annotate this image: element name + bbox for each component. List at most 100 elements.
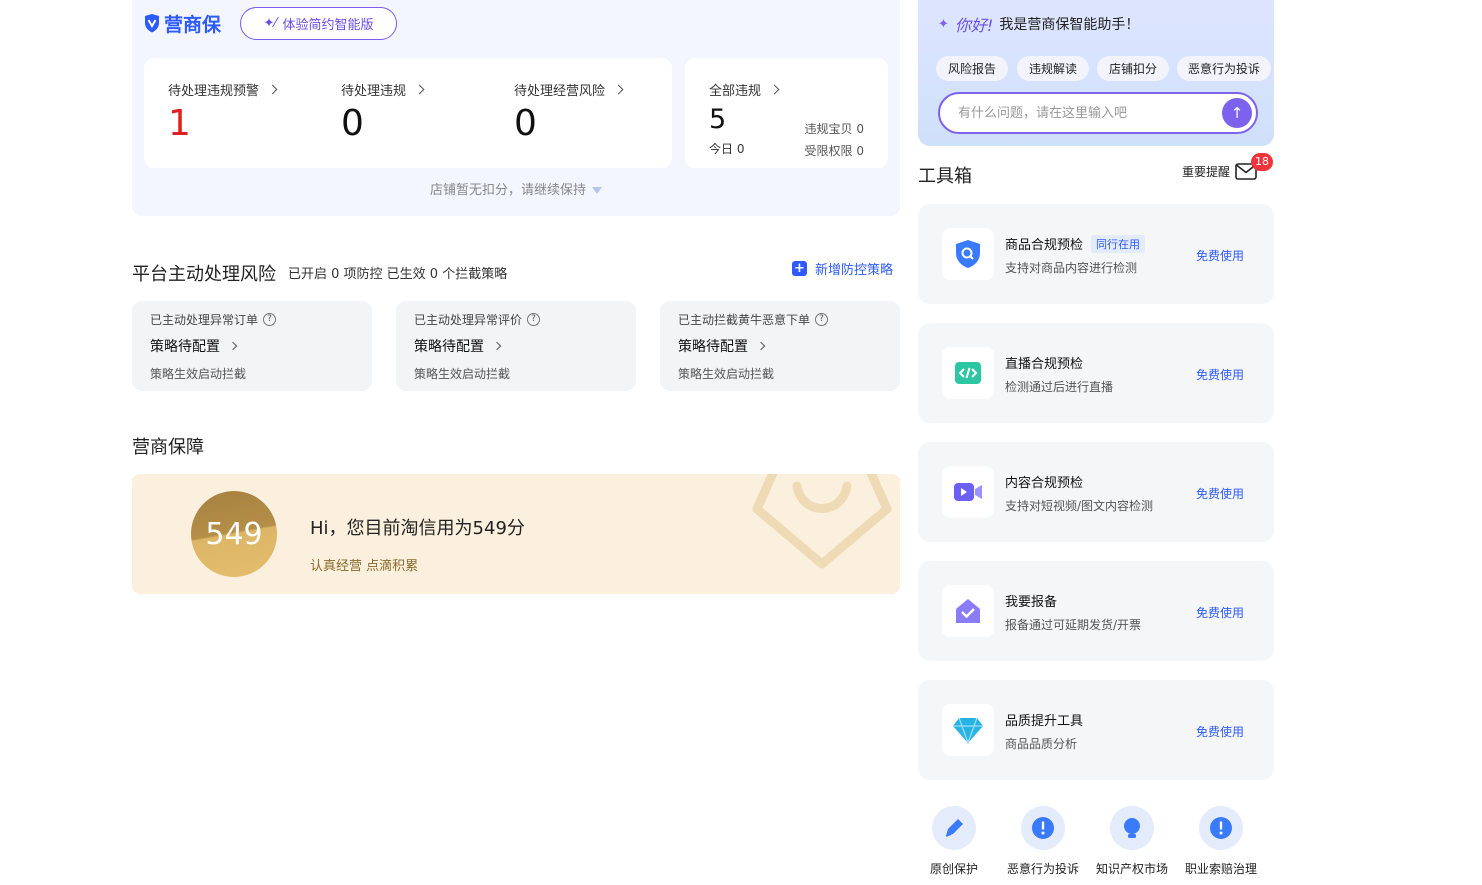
tool-quality[interactable]: 品质提升工具 商品品质分析 免费使用: [918, 680, 1274, 780]
shield-logo-icon: [145, 13, 159, 32]
free-use-link[interactable]: 免费使用: [1196, 723, 1244, 740]
shield-search-icon: [942, 228, 994, 280]
restricted-count: 受限权限 0: [804, 144, 864, 158]
risk-card-status: 策略待配置: [678, 339, 748, 355]
stat-label: 待处理经营风险: [514, 84, 606, 99]
important-notice-button[interactable]: 重要提醒: [1182, 163, 1257, 180]
stat-pending-violation[interactable]: 待处理违规 0: [341, 80, 425, 144]
tool-name: 我要报备: [1005, 595, 1058, 610]
risk-card-note: 策略生效启动拦截: [678, 367, 775, 381]
stat-pending-warning[interactable]: 待处理违规预警 1: [168, 80, 278, 144]
greeting-hi: 你好!: [954, 16, 994, 35]
tool-product-check[interactable]: 商品合规预检 同行在用 支持对商品内容进行检测 免费使用: [918, 204, 1274, 304]
risk-card-note: 策略生效启动拦截: [150, 367, 247, 381]
bulb-icon: [1110, 806, 1154, 850]
caret-down-icon: [592, 187, 602, 194]
help-icon[interactable]: ?: [527, 313, 541, 326]
greeting-text: 我是营商保智能助手！: [999, 17, 1140, 33]
add-strategy-label: 新增防控策略: [815, 263, 894, 278]
simple-mode-button[interactable]: ✦⁄ 体验简约智能版: [240, 7, 397, 40]
stat-value: 0: [514, 103, 537, 144]
alert-icon: [1199, 806, 1243, 850]
risk-card-title: 已主动处理异常订单: [150, 313, 259, 327]
violation-items-count: 违规宝贝 0: [804, 122, 864, 136]
no-deduct-toggle[interactable]: 店铺暂无扣分，请继续保持: [132, 179, 900, 198]
simple-mode-label: 体验简约智能版: [282, 18, 374, 33]
notice-count-badge: 18: [1251, 153, 1273, 171]
watermark-shield-icon: [752, 474, 892, 569]
tool-content-check[interactable]: 内容合规预检 支持对短视频/图文内容检测 免费使用: [918, 442, 1274, 542]
free-use-link[interactable]: 免费使用: [1196, 485, 1244, 502]
chevron-right-icon: [414, 84, 425, 95]
pending-stats-card: 待处理违规预警 1 待处理违规 0 待处理经营风险 0: [144, 58, 672, 168]
risk-card-status: 策略待配置: [414, 339, 484, 355]
risk-card-orders[interactable]: 已主动处理异常订单? 策略待配置 策略生效启动拦截: [132, 301, 372, 391]
free-use-link[interactable]: 免费使用: [1196, 247, 1244, 264]
tool-name: 内容合规预检: [1005, 476, 1084, 491]
code-icon: [942, 347, 994, 399]
tool-desc: 支持对商品内容进行检测: [1005, 261, 1138, 275]
tool-desc: 报备通过可延期发货/开票: [1005, 618, 1142, 632]
alert-icon: [1021, 806, 1065, 850]
help-icon[interactable]: ?: [263, 313, 277, 326]
risk-card-scalpers[interactable]: 已主动拦截黄牛恶意下单? 策略待配置 策略生效启动拦截: [660, 301, 900, 391]
shortcut-malicious-complaint[interactable]: 恶意行为投诉: [1003, 806, 1083, 877]
plus-icon: +: [792, 261, 807, 276]
chevron-right-icon: [492, 341, 502, 351]
shortcut-ip-market[interactable]: 知识产权市场: [1092, 806, 1172, 877]
report-icon: [942, 585, 994, 637]
stat-label: 待处理违规: [341, 84, 407, 99]
chip-malicious-complaint[interactable]: 恶意行为投诉: [1177, 56, 1271, 81]
tool-report[interactable]: 我要报备 报备通过可延期发货/开票 免费使用: [918, 561, 1274, 661]
tool-name: 直播合规预检: [1005, 357, 1084, 372]
chip-risk-report[interactable]: 风险报告: [936, 56, 1008, 81]
toolbox-title: 工具箱: [918, 166, 972, 187]
brand-name: 营商保: [164, 13, 222, 36]
risk-card-title: 已主动拦截黄牛恶意下单: [678, 313, 811, 327]
chip-shop-deduction[interactable]: 店铺扣分: [1097, 56, 1169, 81]
free-use-link[interactable]: 免费使用: [1196, 366, 1244, 383]
chip-violation-explain[interactable]: 违规解读: [1017, 56, 1089, 81]
today-count: 今日 0: [709, 142, 745, 156]
all-violations-value: 5: [709, 104, 727, 135]
tool-live-check[interactable]: 直播合规预检 检测通过后进行直播 免费使用: [918, 323, 1274, 423]
shortcut-label: 恶意行为投诉: [1006, 862, 1079, 876]
shortcut-label: 原创保护: [929, 862, 978, 876]
help-icon[interactable]: ?: [815, 313, 829, 326]
assistant-greeting: ✦ 你好! 我是营商保智能助手！: [938, 12, 1139, 36]
tool-name: 商品合规预检: [1005, 238, 1084, 253]
risk-card-title: 已主动处理异常评价: [414, 313, 523, 327]
chevron-right-icon: [228, 341, 238, 351]
add-strategy-button[interactable]: + 新增防控策略: [792, 259, 893, 278]
sparkle-icon: ✦: [938, 16, 949, 32]
assistant-input-box: ↑: [938, 92, 1258, 134]
tool-name: 品质提升工具: [1005, 714, 1084, 729]
notice-label: 重要提醒: [1182, 165, 1231, 179]
assistant-input[interactable]: [958, 103, 1198, 123]
credit-score-badge: 549: [191, 491, 277, 577]
tool-desc: 支持对短视频/图文内容检测: [1005, 499, 1154, 513]
magic-wand-icon: ✦⁄: [263, 16, 277, 31]
no-deduct-text: 店铺暂无扣分，请继续保持: [429, 183, 586, 198]
stat-value: 1: [168, 103, 191, 144]
shortcut-label: 职业索赔治理: [1184, 862, 1257, 876]
send-arrow-icon[interactable]: ↑: [1222, 98, 1252, 128]
tool-desc: 检测通过后进行直播: [1005, 380, 1114, 394]
shortcut-label: 知识产权市场: [1095, 862, 1168, 876]
credit-motto: 认真经营 点滴积累: [310, 559, 419, 574]
shortcut-original-protection[interactable]: 原创保护: [914, 806, 994, 877]
chevron-right-icon: [267, 84, 278, 95]
shortcut-claim-governance[interactable]: 职业索赔治理: [1181, 806, 1261, 877]
stat-value: 0: [341, 103, 364, 144]
pen-icon: [932, 806, 976, 850]
chevron-right-icon: [769, 84, 780, 95]
brand-logo[interactable]: 营商保: [144, 10, 221, 36]
risk-card-status: 策略待配置: [150, 339, 220, 355]
all-violations-label: 全部违规: [709, 84, 762, 99]
free-use-link[interactable]: 免费使用: [1196, 604, 1244, 621]
all-violations-card[interactable]: 全部违规 5 今日 0 违规宝贝 0 受限权限 0: [685, 58, 888, 168]
chevron-right-icon: [756, 341, 766, 351]
diamond-icon: [942, 704, 994, 756]
risk-card-reviews[interactable]: 已主动处理异常评价? 策略待配置 策略生效启动拦截: [396, 301, 636, 391]
stat-pending-risk[interactable]: 待处理经营风险 0: [514, 80, 624, 144]
